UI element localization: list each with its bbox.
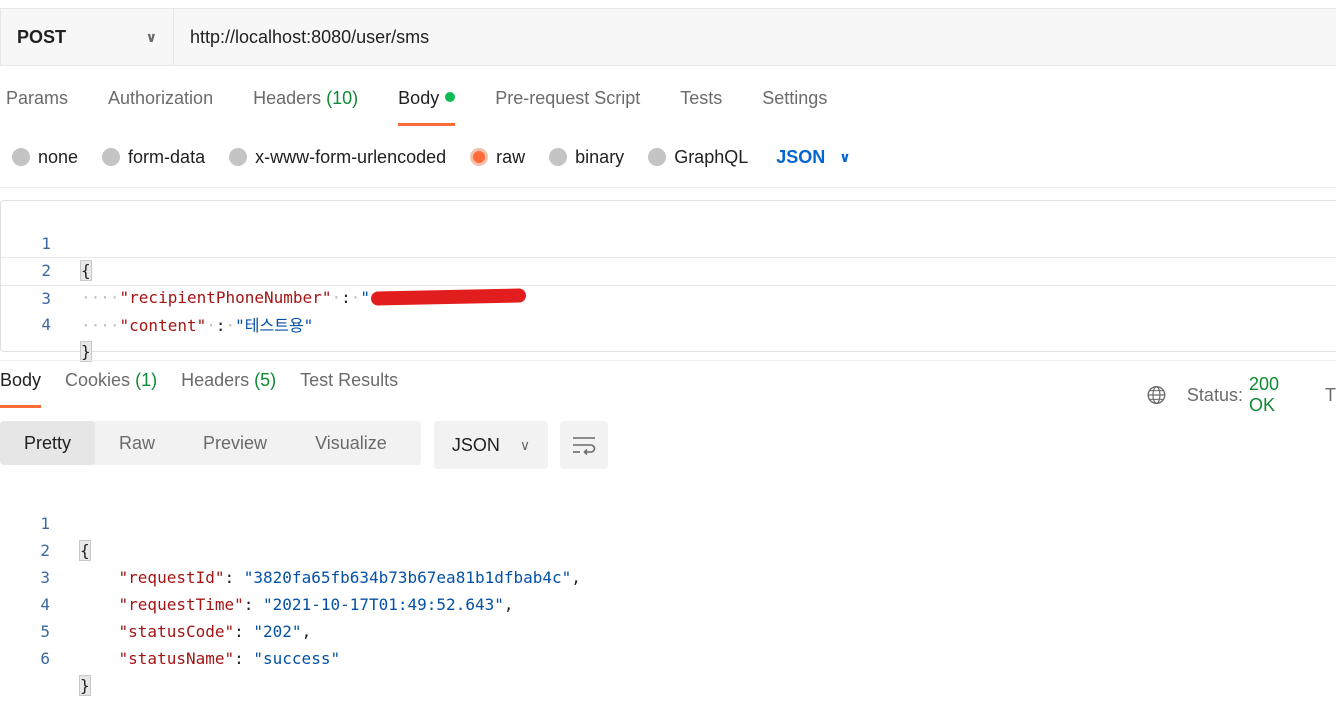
response-format-select[interactable]: JSON ∨ bbox=[434, 421, 548, 469]
json-value: "success" bbox=[253, 649, 341, 668]
radio-circle bbox=[549, 148, 568, 166]
line-number: 4 bbox=[41, 315, 51, 334]
radio-circle bbox=[229, 148, 248, 166]
body-type-options: none form-data x-www-form-urlencoded raw… bbox=[12, 144, 851, 170]
method-label: POST bbox=[17, 26, 67, 47]
radio-circle bbox=[470, 148, 489, 166]
tab-pre-request-script[interactable]: Pre-request Script bbox=[495, 88, 640, 126]
code-line: 6 } bbox=[0, 618, 1336, 696]
tab-label: Settings bbox=[762, 88, 828, 108]
tab-cookies[interactable]: Cookies (1) bbox=[65, 370, 157, 408]
radio-label: raw bbox=[496, 146, 526, 167]
radio-graphql[interactable]: GraphQL bbox=[648, 147, 748, 168]
radio-label: none bbox=[38, 146, 79, 167]
url-input[interactable]: http://localhost:8080/user/sms bbox=[174, 27, 429, 48]
json-key: "content" bbox=[119, 316, 207, 335]
tab-authorization[interactable]: Authorization bbox=[108, 88, 213, 126]
request-body-editor[interactable]: 1 { 2 ····"recipientPhoneNumber"·:·" 3 ·… bbox=[0, 200, 1336, 362]
radio-binary[interactable]: binary bbox=[549, 147, 624, 168]
status-value[interactable]: 200 OK bbox=[1249, 374, 1307, 416]
wrap-lines-button[interactable] bbox=[560, 421, 608, 469]
view-pretty[interactable]: Pretty bbox=[0, 421, 96, 465]
radio-form-data[interactable]: form-data bbox=[102, 147, 205, 168]
body-format-label: JSON bbox=[776, 146, 826, 167]
code-line: 5 "statusName": "success" bbox=[0, 591, 1336, 668]
tab-label: Body bbox=[0, 370, 42, 390]
radio-label: GraphQL bbox=[674, 146, 749, 167]
chevron-down-icon: ∨ bbox=[839, 148, 851, 165]
radio-circle bbox=[648, 148, 667, 166]
view-preview[interactable]: Preview bbox=[179, 421, 291, 465]
tab-label: Cookies bbox=[65, 370, 131, 390]
tab-tests[interactable]: Tests bbox=[680, 88, 722, 126]
body-format-select[interactable]: JSON ∨ bbox=[776, 147, 850, 168]
line-number: 6 bbox=[40, 649, 50, 668]
tab-response-headers[interactable]: Headers (5) bbox=[181, 370, 276, 408]
json-key: "statusName" bbox=[118, 649, 235, 668]
tab-label: Headers bbox=[181, 370, 250, 390]
chevron-down-icon: ∨ bbox=[519, 436, 531, 453]
radio-label: binary bbox=[575, 146, 625, 167]
status-label: Status: bbox=[1186, 384, 1243, 405]
tab-params[interactable]: Params bbox=[6, 88, 68, 126]
tab-test-results[interactable]: Test Results bbox=[300, 370, 398, 408]
body-indicator-dot bbox=[445, 92, 456, 102]
radio-circle bbox=[12, 148, 30, 166]
globe-icon[interactable] bbox=[1146, 384, 1167, 406]
response-body-viewer[interactable]: 1 { 2 "requestId": "3820fa65fb634b73b67e… bbox=[0, 483, 1336, 696]
response-headers-count: (5) bbox=[254, 370, 277, 390]
tab-label: Pre-request Script bbox=[495, 88, 641, 108]
headers-count: (10) bbox=[326, 88, 359, 108]
response-status: Status: 200 OK T bbox=[1146, 374, 1336, 416]
code-line: 4 "statusCode": "202", bbox=[0, 564, 1336, 641]
response-tabs: Body Cookies (1) Headers (5) Test Result… bbox=[0, 370, 422, 410]
close-brace: } bbox=[79, 675, 91, 696]
tab-headers[interactable]: Headers (10) bbox=[253, 88, 358, 126]
radio-x-www-form-urlencoded[interactable]: x-www-form-urlencoded bbox=[229, 147, 446, 168]
code-line: 1 { bbox=[1, 203, 1336, 281]
divider bbox=[0, 187, 1336, 188]
tab-label: Tests bbox=[680, 88, 723, 108]
tab-label: Headers bbox=[253, 88, 322, 108]
radio-label: form-data bbox=[128, 146, 206, 167]
colon: : bbox=[215, 316, 226, 335]
response-format-label: JSON bbox=[451, 434, 500, 455]
tab-label: Test Results bbox=[300, 370, 399, 390]
close-brace: } bbox=[80, 341, 92, 362]
tab-body[interactable]: Body bbox=[398, 88, 456, 126]
chevron-down-icon: ∨ bbox=[145, 28, 157, 45]
tab-label: Params bbox=[6, 88, 69, 108]
radio-none[interactable]: none bbox=[12, 147, 78, 168]
tab-response-body[interactable]: Body bbox=[0, 370, 42, 408]
code-line: 2 "requestId": "3820fa65fb634b73b67ea81b… bbox=[0, 510, 1336, 587]
time-label-truncated: T bbox=[1325, 384, 1336, 405]
response-view-modes: Pretty Raw Preview Visualize bbox=[0, 421, 421, 465]
radio-raw[interactable]: raw bbox=[470, 147, 525, 168]
tab-settings[interactable]: Settings bbox=[762, 88, 827, 126]
request-url-bar: POST ∨ http://localhost:8080/user/sms bbox=[0, 8, 1336, 66]
view-visualize[interactable]: Visualize bbox=[291, 421, 411, 465]
code-line: 3 "requestTime": "2021-10-17T01:49:52.64… bbox=[0, 537, 1336, 614]
json-value: "테스트용" bbox=[235, 316, 314, 335]
radio-circle bbox=[102, 148, 121, 166]
cookies-count: (1) bbox=[135, 370, 158, 390]
radio-label: x-www-form-urlencoded bbox=[255, 146, 447, 167]
code-line: 3 ····"content"·:·"테스트용" bbox=[1, 257, 1336, 335]
code-line: 1 { bbox=[0, 483, 1336, 561]
method-select[interactable]: POST ∨ bbox=[1, 9, 174, 65]
code-line: 4 } bbox=[1, 284, 1336, 362]
view-raw[interactable]: Raw bbox=[95, 421, 179, 465]
request-tabs: Params Authorization Headers (10) Body P… bbox=[6, 88, 867, 128]
tab-label: Authorization bbox=[108, 88, 214, 108]
divider bbox=[0, 360, 1336, 361]
tab-label: Body bbox=[398, 88, 440, 108]
code-line: 2 ····"recipientPhoneNumber"·:·" bbox=[1, 230, 1336, 307]
wrap-lines-icon bbox=[573, 437, 596, 456]
